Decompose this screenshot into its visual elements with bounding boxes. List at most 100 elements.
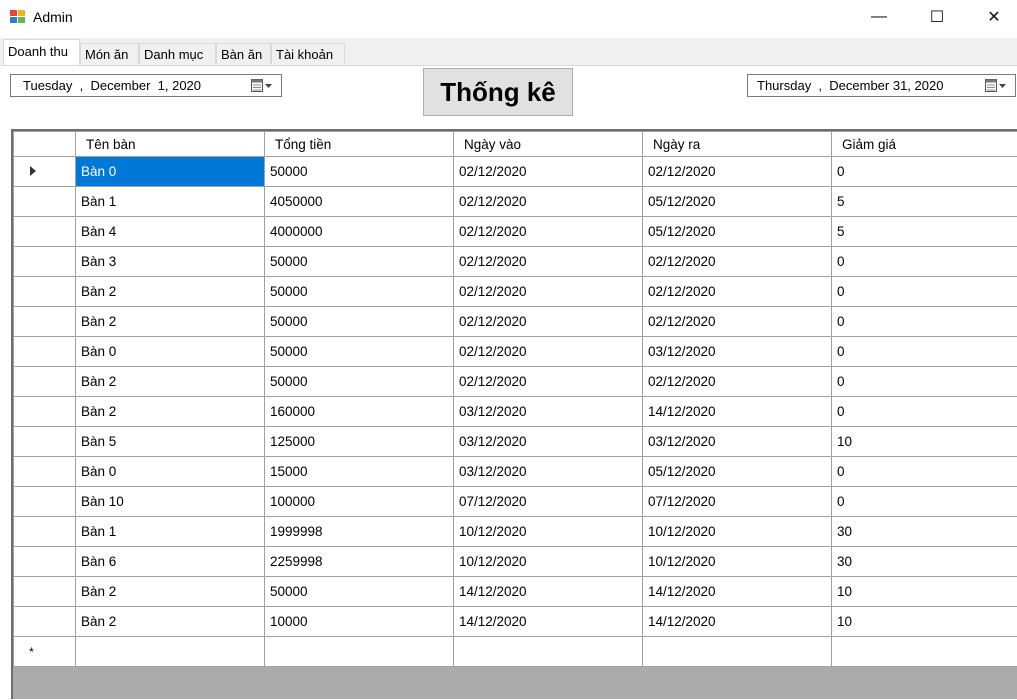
- close-button[interactable]: ✕: [971, 0, 1017, 34]
- cell-ngay-vao[interactable]: 03/12/2020: [454, 397, 643, 427]
- minimize-button[interactable]: —: [856, 0, 902, 34]
- cell-ngay-ra[interactable]: 02/12/2020: [643, 367, 832, 397]
- cell-ngay-vao[interactable]: 02/12/2020: [454, 157, 643, 187]
- tab-tai-khoan[interactable]: Tài khoản: [271, 43, 345, 64]
- cell-giam-gia[interactable]: 30: [832, 517, 1017, 547]
- cell-ngay-ra[interactable]: 05/12/2020: [643, 217, 832, 247]
- cell-tong-tien[interactable]: 50000: [265, 247, 454, 277]
- cell-ten-ban[interactable]: Bàn 4: [76, 217, 265, 247]
- table-row[interactable]: Bàn 25000002/12/202002/12/20200: [14, 307, 1017, 337]
- cell-ten-ban[interactable]: Bàn 10: [76, 487, 265, 517]
- cell-ngay-vao[interactable]: 02/12/2020: [454, 217, 643, 247]
- cell-tong-tien[interactable]: 15000: [265, 457, 454, 487]
- row-header[interactable]: [14, 427, 76, 457]
- cell-tong-tien[interactable]: 10000: [265, 607, 454, 637]
- row-header[interactable]: [14, 337, 76, 367]
- cell-ten-ban[interactable]: Bàn 5: [76, 427, 265, 457]
- table-row[interactable]: Bàn 6225999810/12/202010/12/202030: [14, 547, 1017, 577]
- revenue-data-grid[interactable]: Tên bàn Tổng tiền Ngày vào Ngày ra Giảm …: [11, 129, 1017, 699]
- cell-ngay-ra[interactable]: 14/12/2020: [643, 577, 832, 607]
- cell-ten-ban[interactable]: Bàn 0: [76, 337, 265, 367]
- row-header[interactable]: [14, 607, 76, 637]
- cell-tong-tien[interactable]: 50000: [265, 277, 454, 307]
- table-row[interactable]: Bàn 1010000007/12/202007/12/20200: [14, 487, 1017, 517]
- cell-ten-ban[interactable]: Bàn 3: [76, 247, 265, 277]
- cell-ngay-vao[interactable]: 14/12/2020: [454, 607, 643, 637]
- cell-ten-ban[interactable]: Bàn 0: [76, 157, 265, 187]
- table-row[interactable]: Bàn 512500003/12/202003/12/202010: [14, 427, 1017, 457]
- table-row[interactable]: Bàn 4400000002/12/202005/12/20205: [14, 217, 1017, 247]
- cell-tong-tien[interactable]: 50000: [265, 577, 454, 607]
- cell-giam-gia[interactable]: 0: [832, 157, 1017, 187]
- table-row[interactable]: Bàn 05000002/12/202002/12/20200: [14, 157, 1017, 187]
- row-header[interactable]: [14, 307, 76, 337]
- cell-ngay-vao[interactable]: 02/12/2020: [454, 307, 643, 337]
- table-row[interactable]: Bàn 21000014/12/202014/12/202010: [14, 607, 1017, 637]
- cell-giam-gia[interactable]: 10: [832, 427, 1017, 457]
- cell-tong-tien[interactable]: 50000: [265, 157, 454, 187]
- cell-tong-tien[interactable]: 2259998: [265, 547, 454, 577]
- tab-mon-an[interactable]: Món ăn: [80, 43, 139, 64]
- cell-ngay-ra[interactable]: [643, 637, 832, 667]
- date-from-picker[interactable]: Tuesday , December 1, 2020: [10, 74, 282, 97]
- cell-ngay-vao[interactable]: 02/12/2020: [454, 367, 643, 397]
- table-row[interactable]: Bàn 05000002/12/202003/12/20200: [14, 337, 1017, 367]
- column-header-ten-ban[interactable]: Tên bàn: [76, 132, 265, 157]
- table-row[interactable]: Bàn 35000002/12/202002/12/20200: [14, 247, 1017, 277]
- cell-tong-tien[interactable]: 50000: [265, 337, 454, 367]
- cell-giam-gia[interactable]: 0: [832, 277, 1017, 307]
- cell-ten-ban[interactable]: Bàn 2: [76, 307, 265, 337]
- cell-ten-ban[interactable]: Bàn 2: [76, 277, 265, 307]
- cell-ngay-vao[interactable]: 02/12/2020: [454, 337, 643, 367]
- cell-ten-ban[interactable]: Bàn 1: [76, 187, 265, 217]
- cell-ten-ban[interactable]: Bàn 2: [76, 607, 265, 637]
- cell-giam-gia[interactable]: 0: [832, 487, 1017, 517]
- row-header[interactable]: [14, 577, 76, 607]
- row-header[interactable]: [14, 157, 76, 187]
- cell-tong-tien[interactable]: 50000: [265, 307, 454, 337]
- cell-ngay-ra[interactable]: 03/12/2020: [643, 337, 832, 367]
- table-row[interactable]: Bàn 1199999810/12/202010/12/202030: [14, 517, 1017, 547]
- cell-ten-ban[interactable]: Bàn 2: [76, 397, 265, 427]
- row-header[interactable]: [14, 547, 76, 577]
- cell-ngay-vao[interactable]: 14/12/2020: [454, 577, 643, 607]
- cell-giam-gia[interactable]: 5: [832, 217, 1017, 247]
- cell-ngay-vao[interactable]: 03/12/2020: [454, 427, 643, 457]
- cell-tong-tien[interactable]: 125000: [265, 427, 454, 457]
- cell-tong-tien[interactable]: 100000: [265, 487, 454, 517]
- table-row[interactable]: Bàn 25000002/12/202002/12/20200: [14, 277, 1017, 307]
- row-header[interactable]: [14, 487, 76, 517]
- row-header[interactable]: *: [14, 637, 76, 667]
- cell-ten-ban[interactable]: Bàn 2: [76, 577, 265, 607]
- cell-ngay-ra[interactable]: 03/12/2020: [643, 427, 832, 457]
- cell-ngay-ra[interactable]: 14/12/2020: [643, 607, 832, 637]
- cell-ngay-vao[interactable]: 03/12/2020: [454, 457, 643, 487]
- cell-giam-gia[interactable]: 0: [832, 457, 1017, 487]
- tab-danh-muc[interactable]: Danh mục: [139, 43, 216, 64]
- cell-giam-gia[interactable]: 0: [832, 247, 1017, 277]
- row-header[interactable]: [14, 187, 76, 217]
- new-row[interactable]: *: [14, 637, 1017, 667]
- cell-ten-ban[interactable]: Bàn 2: [76, 367, 265, 397]
- cell-ngay-ra[interactable]: 02/12/2020: [643, 307, 832, 337]
- cell-ngay-ra[interactable]: 02/12/2020: [643, 277, 832, 307]
- calendar-icon[interactable]: [251, 79, 273, 93]
- cell-ngay-ra[interactable]: 14/12/2020: [643, 397, 832, 427]
- cell-ngay-ra[interactable]: 10/12/2020: [643, 547, 832, 577]
- row-header[interactable]: [14, 367, 76, 397]
- cell-tong-tien[interactable]: 50000: [265, 367, 454, 397]
- cell-ten-ban[interactable]: Bàn 1: [76, 517, 265, 547]
- column-header-ngay-vao[interactable]: Ngày vào: [454, 132, 643, 157]
- cell-ngay-vao[interactable]: 10/12/2020: [454, 517, 643, 547]
- cell-giam-gia[interactable]: 0: [832, 337, 1017, 367]
- table-row[interactable]: Bàn 25000002/12/202002/12/20200: [14, 367, 1017, 397]
- cell-tong-tien[interactable]: 160000: [265, 397, 454, 427]
- row-header[interactable]: [14, 247, 76, 277]
- cell-ten-ban[interactable]: [76, 637, 265, 667]
- table-row[interactable]: Bàn 1405000002/12/202005/12/20205: [14, 187, 1017, 217]
- column-header-ngay-ra[interactable]: Ngày ra: [643, 132, 832, 157]
- maximize-button[interactable]: ☐: [914, 0, 960, 34]
- row-header[interactable]: [14, 457, 76, 487]
- cell-ngay-ra[interactable]: 05/12/2020: [643, 457, 832, 487]
- tab-doanh-thu[interactable]: Doanh thu: [3, 39, 80, 66]
